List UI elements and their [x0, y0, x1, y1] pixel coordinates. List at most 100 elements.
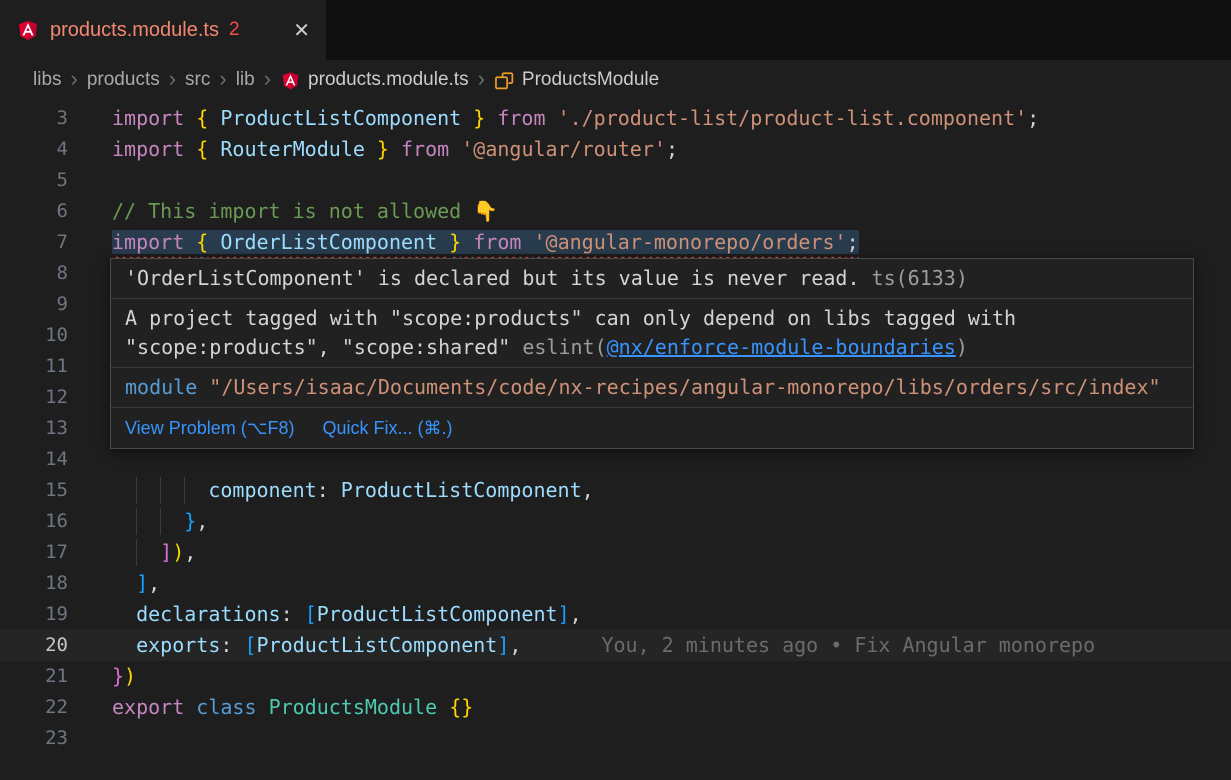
hover-text: ts(6133)	[860, 266, 968, 290]
code-token: {}	[449, 695, 473, 719]
line-number[interactable]: 19	[0, 599, 68, 630]
code-token: ProductListComponent	[208, 106, 473, 130]
line-number[interactable]: 6	[0, 196, 68, 227]
code-token: exports	[136, 633, 220, 657]
breadcrumb-item-products[interactable]: products	[87, 69, 160, 91]
code-token: import	[112, 137, 184, 161]
line-number[interactable]: 9	[0, 289, 68, 320]
hover-text: 'OrderListComponent' is declared but its…	[125, 266, 860, 290]
line-number[interactable]: 22	[0, 692, 68, 723]
code-line-7[interactable]: 7import { OrderListComponent } from '@an…	[0, 227, 1231, 258]
code-token: './product-list/product-list.component'	[558, 106, 1028, 130]
hover-text: )	[956, 335, 968, 359]
code-token	[485, 106, 497, 130]
code-token: ProductListComponent	[257, 633, 498, 657]
line-content: import { RouterModule } from '@angular/r…	[112, 134, 1231, 165]
breadcrumb-item-productsmodule[interactable]: ProductsModule	[494, 69, 659, 91]
line-number[interactable]: 10	[0, 320, 68, 351]
code-token	[112, 509, 184, 533]
code-line-15[interactable]: 15 component: ProductListComponent,	[0, 475, 1231, 506]
vscode-window: products.module.ts 2 ✕ libs › products › src…	[0, 0, 1231, 780]
code-token: ,	[196, 509, 208, 533]
code-token: }	[449, 230, 461, 254]
line-number[interactable]: 23	[0, 723, 68, 754]
hover-action-view-problem[interactable]: View Problem (⌥F8)	[125, 418, 294, 439]
angular-icon	[16, 18, 40, 42]
breadcrumb-item-libs[interactable]: libs	[33, 69, 62, 91]
code-token: {	[196, 230, 208, 254]
line-number[interactable]: 11	[0, 351, 68, 382]
code-token	[184, 106, 196, 130]
code-token: from	[497, 106, 545, 130]
code-token: :	[317, 478, 329, 502]
code-line-17[interactable]: 17 ]),	[0, 537, 1231, 568]
hover-diagnostics-popup: 'OrderListComponent' is declared but its…	[110, 258, 1194, 449]
indent-guide	[136, 508, 137, 535]
close-icon[interactable]: ✕	[293, 18, 310, 43]
line-number[interactable]: 8	[0, 258, 68, 289]
line-number[interactable]: 16	[0, 506, 68, 537]
line-number[interactable]: 18	[0, 568, 68, 599]
code-line-4[interactable]: 4 import { RouterModule } from '@angular/…	[0, 134, 1231, 165]
hover-rows: 'OrderListComponent' is declared but its…	[111, 259, 1193, 408]
diagnostic-rule-link[interactable]: @nx/enforce-module-boundaries	[607, 335, 956, 359]
code-token: ,	[509, 633, 521, 657]
line-number[interactable]: 20	[0, 630, 68, 661]
code-editor[interactable]: 3 import { ProductListComponent } from '.…	[0, 100, 1231, 780]
code-token: from	[473, 230, 521, 254]
line-number[interactable]: 17	[0, 537, 68, 568]
code-token: }	[377, 137, 389, 161]
code-line-22[interactable]: 22export class ProductsModule {}	[0, 692, 1231, 723]
code-token: :	[220, 633, 232, 657]
code-line-21[interactable]: 21})	[0, 661, 1231, 692]
code-token: ,	[582, 478, 594, 502]
breadcrumb-separator: ›	[478, 68, 485, 93]
code-token: ]	[160, 540, 172, 564]
code-line-5[interactable]: 5	[0, 165, 1231, 196]
code-line-16[interactable]: 16 },	[0, 506, 1231, 537]
code-line-23[interactable]: 23	[0, 723, 1231, 754]
hover-action-quick-fix[interactable]: Quick Fix... (⌘.)	[322, 418, 452, 439]
code-token: '@angular-monorepo/orders'	[533, 230, 846, 254]
code-token: ;	[1027, 106, 1039, 130]
breadcrumb-label: ProductsModule	[522, 69, 659, 91]
code-token	[112, 633, 136, 657]
code-token: ;	[847, 230, 859, 254]
line-content	[112, 165, 1231, 196]
code-line-3[interactable]: 3import { ProductListComponent } from '.…	[0, 103, 1231, 134]
line-number[interactable]: 4	[0, 134, 68, 165]
code-token: // This import is not allowed	[112, 199, 473, 223]
code-token: )	[124, 664, 136, 688]
code-line-19[interactable]: 19 declarations: [ProductListComponent],	[0, 599, 1231, 630]
breadcrumb-item-products-module-ts[interactable]: products.module.ts	[280, 69, 469, 91]
code-token	[546, 106, 558, 130]
tab-products-module-ts[interactable]: products.module.ts 2 ✕	[0, 0, 326, 60]
code-token: [	[244, 633, 256, 657]
line-content: exports: [ProductListComponent],You, 2 m…	[112, 630, 1231, 661]
breadcrumb-item-lib[interactable]: lib	[236, 69, 255, 91]
code-line-18[interactable]: 18 ],	[0, 568, 1231, 599]
code-token: ProductsModule	[269, 695, 438, 719]
code-line-20[interactable]: 20 exports: [ProductListComponent],You, …	[0, 630, 1231, 661]
indent-guide	[136, 539, 137, 566]
code-line-6[interactable]: 6 // This import is not allowed 👇	[0, 196, 1231, 227]
code-token: ProductListComponent	[341, 478, 582, 502]
breadcrumb-separator: ›	[219, 68, 226, 93]
breadcrumb-label: products.module.ts	[308, 69, 469, 91]
line-number[interactable]: 7	[0, 227, 68, 258]
hover-actions: View Problem (⌥F8) Quick Fix... (⌘.)	[111, 408, 1193, 448]
line-number[interactable]: 15	[0, 475, 68, 506]
line-content: // This import is not allowed 👇	[112, 196, 1231, 227]
line-number[interactable]: 5	[0, 165, 68, 196]
line-content: },	[112, 506, 1231, 537]
line-number[interactable]: 3	[0, 103, 68, 134]
breadcrumb-item-src[interactable]: src	[185, 69, 210, 91]
line-number[interactable]: 13	[0, 413, 68, 444]
line-number[interactable]: 12	[0, 382, 68, 413]
code-token	[112, 571, 136, 595]
line-number[interactable]: 21	[0, 661, 68, 692]
line-number[interactable]: 14	[0, 444, 68, 475]
code-token: import	[112, 230, 184, 254]
hover-text: "/Users/isaac/Documents/code/nx-recipes/…	[209, 375, 1160, 399]
code-token: )	[172, 540, 184, 564]
